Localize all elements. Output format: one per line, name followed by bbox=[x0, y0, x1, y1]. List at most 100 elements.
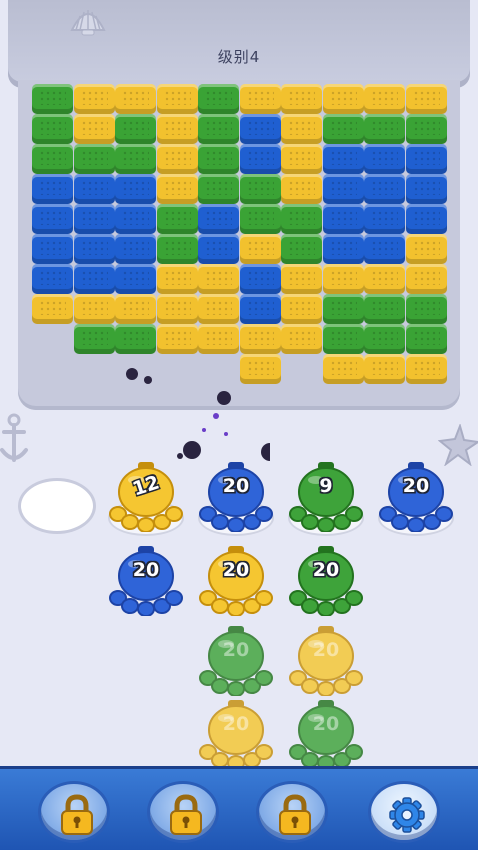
cube bbox=[156, 324, 198, 354]
octopus-icon bbox=[109, 546, 183, 616]
cube bbox=[198, 264, 239, 294]
cube bbox=[198, 174, 239, 204]
octopus-yellow[interactable]: 20 bbox=[288, 626, 364, 696]
level-title: 级别4 bbox=[217, 48, 261, 66]
starfish-icon bbox=[438, 424, 478, 466]
cube bbox=[32, 114, 73, 144]
octopus-count: 20 bbox=[222, 559, 250, 581]
cube bbox=[115, 234, 156, 264]
octopus-green[interactable]: 9 bbox=[288, 462, 364, 532]
cube bbox=[115, 84, 156, 114]
cube bbox=[322, 84, 364, 114]
cube bbox=[73, 204, 115, 234]
octopus-yellow[interactable]: 20 bbox=[198, 546, 274, 616]
cube bbox=[405, 354, 447, 384]
cube bbox=[364, 324, 405, 354]
cube bbox=[73, 294, 115, 324]
cube bbox=[32, 84, 73, 114]
anchor-icon bbox=[0, 413, 28, 462]
cube bbox=[73, 114, 115, 144]
cube bbox=[322, 354, 364, 384]
octopus-green[interactable]: 20 bbox=[198, 626, 274, 696]
cube bbox=[198, 294, 239, 324]
cube bbox=[281, 144, 322, 174]
cube bbox=[198, 144, 239, 174]
locked-booster-3-button[interactable] bbox=[256, 781, 328, 843]
cube bbox=[156, 144, 198, 174]
cube bbox=[405, 144, 447, 174]
cube bbox=[281, 234, 322, 264]
cube bbox=[32, 294, 73, 324]
cube bbox=[281, 294, 322, 324]
locked-booster-2-button[interactable] bbox=[147, 781, 219, 843]
cube bbox=[198, 84, 239, 114]
cube bbox=[115, 324, 156, 354]
cube bbox=[156, 174, 198, 204]
lock-icon bbox=[61, 794, 93, 835]
cube bbox=[281, 84, 322, 114]
cube bbox=[364, 354, 405, 384]
octopus-yellow[interactable]: 12 bbox=[108, 462, 184, 532]
octopus-icon bbox=[199, 626, 273, 696]
octopus-blue[interactable]: 20 bbox=[198, 462, 274, 532]
octopus-icon bbox=[199, 546, 273, 616]
cube bbox=[364, 174, 405, 204]
octopus-icon bbox=[199, 462, 273, 532]
octopus-count: 20 bbox=[312, 559, 340, 581]
cube bbox=[405, 84, 447, 114]
cube bbox=[198, 324, 239, 354]
cube bbox=[156, 84, 198, 114]
octopus-yellow[interactable]: 20 bbox=[198, 700, 274, 770]
cube bbox=[239, 234, 281, 264]
cube bbox=[364, 84, 405, 114]
cube bbox=[405, 174, 447, 204]
cube bbox=[73, 234, 115, 264]
cube bbox=[281, 204, 322, 234]
cube bbox=[32, 234, 73, 264]
cube bbox=[115, 294, 156, 324]
octopus-blue[interactable]: 20 bbox=[378, 462, 454, 532]
cube bbox=[405, 294, 447, 324]
lock-icon bbox=[170, 794, 202, 835]
cube bbox=[73, 84, 115, 114]
cube bbox=[239, 114, 281, 144]
empty-slot[interactable] bbox=[18, 478, 96, 534]
cube bbox=[405, 204, 447, 234]
bottom-toolbar bbox=[0, 766, 478, 850]
cube bbox=[198, 204, 239, 234]
cube bbox=[156, 234, 198, 264]
cube bbox=[115, 114, 156, 144]
cube bbox=[73, 174, 115, 204]
cube bbox=[281, 114, 322, 144]
cube bbox=[239, 144, 281, 174]
cube bbox=[239, 324, 281, 354]
cube bbox=[73, 324, 115, 354]
cube bbox=[32, 204, 73, 234]
cube bbox=[322, 234, 364, 264]
lock-icon bbox=[279, 794, 311, 835]
octopus-count: 9 bbox=[319, 475, 333, 497]
cube bbox=[364, 294, 405, 324]
cube bbox=[239, 174, 281, 204]
cube bbox=[239, 294, 281, 324]
octopus-count: 20 bbox=[222, 639, 250, 661]
gear-icon bbox=[389, 797, 425, 833]
cube bbox=[115, 174, 156, 204]
octopus-blue[interactable]: 20 bbox=[108, 546, 184, 616]
top-shelf bbox=[8, 0, 470, 88]
octopus-green[interactable]: 20 bbox=[288, 700, 364, 770]
cube bbox=[281, 264, 322, 294]
cube bbox=[322, 294, 364, 324]
settings-button[interactable] bbox=[368, 781, 440, 843]
octopus-icon bbox=[289, 626, 363, 696]
cube bbox=[405, 264, 447, 294]
cube bbox=[322, 144, 364, 174]
locked-booster-1-button[interactable] bbox=[38, 781, 110, 843]
octopus-count: 20 bbox=[312, 713, 340, 735]
cube bbox=[322, 174, 364, 204]
octopus-count: 20 bbox=[312, 639, 340, 661]
cube bbox=[198, 234, 239, 264]
octopus-icon bbox=[289, 462, 363, 532]
octopus-green[interactable]: 20 bbox=[288, 546, 364, 616]
cube-board bbox=[32, 84, 452, 404]
